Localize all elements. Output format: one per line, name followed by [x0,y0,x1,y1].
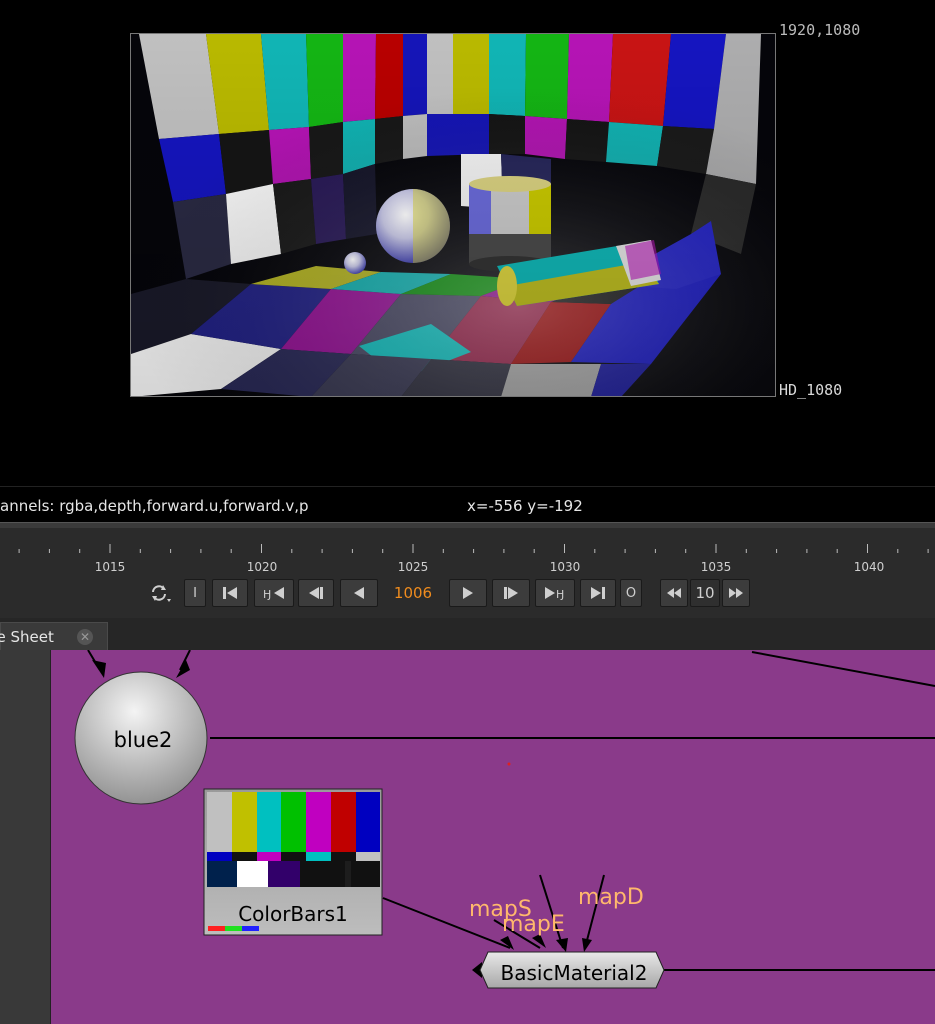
timeline-ruler[interactable] [0,536,935,566]
prev-frame-icon [308,586,324,600]
tick-label-1035: 1035 [700,560,732,574]
format-name-label: HD_1080 [779,381,843,399]
node-basicmaterial2[interactable]: BasicMaterial2 [479,951,665,989]
input-label-mapd: mapD [578,885,644,910]
viewer-panel[interactable]: 1920,1080 HD_1080 [0,0,935,486]
step-back-icon [667,588,681,598]
next-frame-button[interactable] [492,579,530,607]
prev-keyframe-button[interactable]: Ӈ [254,579,294,607]
channel-red-indicator [208,926,225,931]
input-label-mape: mapE [502,912,565,937]
format-size-label: 1920,1080 [779,21,861,39]
timeline-panel[interactable]: 1015 1020 1025 1030 1035 1040 I Ӈ 1006 Ӈ… [0,528,935,618]
step-forward-button[interactable] [722,579,750,607]
sync-button[interactable] [146,579,176,607]
current-frame-field[interactable]: 1006 [382,579,444,607]
node-graph[interactable]: blue2 ColorBars1 BasicMaterial2 mapS map… [0,650,935,1024]
cursor-dot [507,762,511,766]
play-backward-icon [352,586,366,600]
set-out-point-button[interactable]: O [620,579,642,607]
tick-label-1030: 1030 [549,560,581,574]
node-blue2-label: blue2 [114,728,173,752]
set-in-point-button[interactable]: I [184,579,206,607]
channels-info: annels: rgba,depth,forward.u,forward.v,p [0,497,309,515]
svg-text:Ӈ: Ӈ [556,588,564,600]
sync-icon [149,583,173,603]
tick-label-1020: 1020 [246,560,278,574]
channel-green-indicator [225,926,242,931]
format-frame-border [130,33,776,397]
step-forward-icon [729,588,743,598]
close-icon[interactable]: ✕ [77,629,93,645]
prev-frame-button[interactable] [298,579,334,607]
next-keyframe-button[interactable]: Ӈ [535,579,575,607]
node-colorbars1[interactable]: ColorBars1 [203,788,383,936]
viewer-info-bar: annels: rgba,depth,forward.u,forward.v,p… [0,486,935,523]
tab-dope-sheet-label: pe Sheet [0,628,54,646]
step-increment-field[interactable]: 10 [690,579,720,607]
next-frame-icon [503,586,519,600]
node-blue2[interactable]: blue2 [74,671,208,805]
svg-text:Ӈ: Ӈ [263,588,271,600]
first-frame-button[interactable] [212,579,248,607]
node-colorbars1-label: ColorBars1 [238,902,348,926]
play-forward-button[interactable] [449,579,487,607]
play-forward-icon [461,586,475,600]
tab-bar: pe Sheet ✕ [0,618,935,650]
next-keyframe-icon: Ӈ [544,586,566,600]
node-graph-canvas[interactable]: blue2 ColorBars1 BasicMaterial2 [0,650,935,1024]
first-frame-icon [222,586,238,600]
last-frame-button[interactable] [580,579,616,607]
play-backward-button[interactable] [340,579,378,607]
tab-dope-sheet[interactable]: pe Sheet ✕ [0,622,108,650]
tick-label-1040: 1040 [853,560,885,574]
tick-label-1015: 1015 [94,560,126,574]
colorbars-thumbnail [207,792,380,887]
tick-label-1025: 1025 [397,560,429,574]
last-frame-icon [590,586,606,600]
step-back-button[interactable] [660,579,688,607]
cursor-coords: x=-556 y=-192 [467,497,583,515]
channel-blue-indicator [242,926,259,931]
node-basicmaterial2-label: BasicMaterial2 [501,961,648,985]
prev-keyframe-icon: Ӈ [263,586,285,600]
